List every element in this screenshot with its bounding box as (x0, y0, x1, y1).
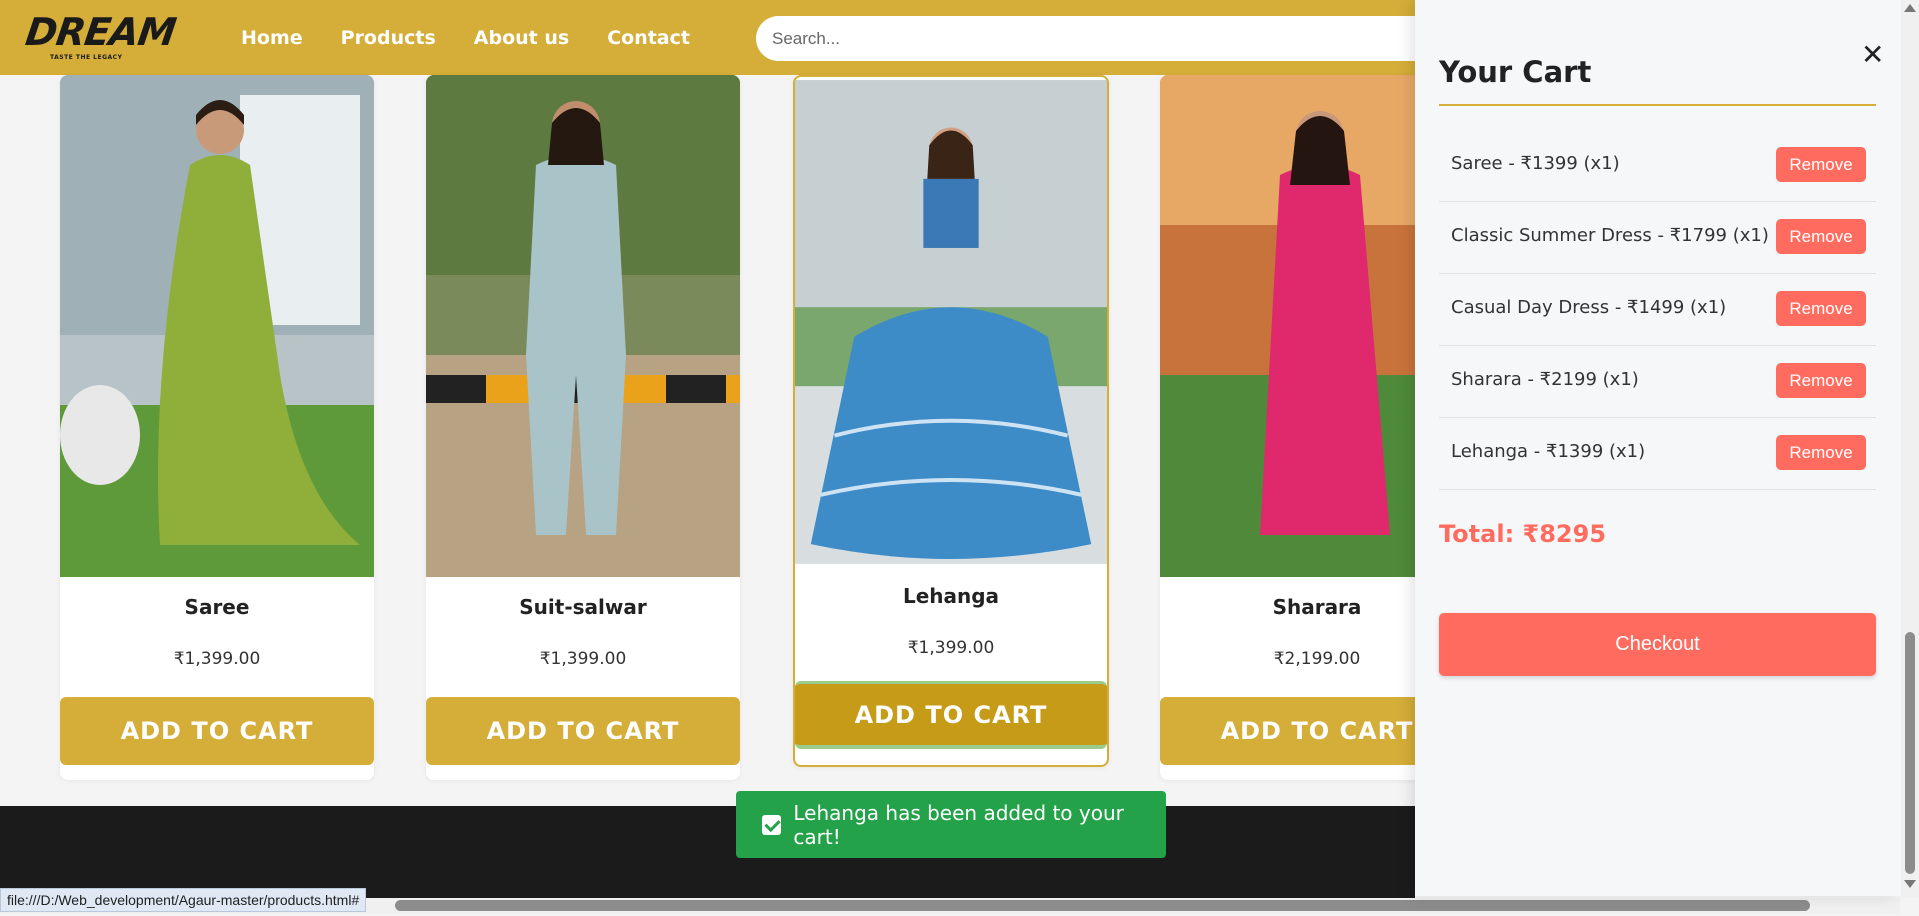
cart-item-label: Sharara - ₹2199 (x1) (1451, 369, 1639, 390)
product-price: ₹1,399.00 (907, 638, 995, 658)
add-to-cart-button[interactable]: ADD TO CART (426, 697, 740, 765)
remove-button[interactable]: Remove (1776, 435, 1866, 470)
vertical-scrollbar-thumb[interactable] (1905, 632, 1915, 874)
suit-salwar-photo (426, 75, 740, 577)
cart-total: Total: ₹8295 (1439, 520, 1607, 548)
browser-status-bar: file:///D:/Web_development/Agaur-master/… (0, 888, 367, 912)
nav-contact[interactable]: Contact (607, 27, 690, 49)
checkout-button[interactable]: Checkout (1439, 613, 1876, 676)
cart-item-label: Casual Day Dress - ₹1499 (x1) (1451, 297, 1727, 318)
cart-item-label: Lehanga - ₹1399 (x1) (1451, 441, 1646, 462)
product-title: Lehanga (902, 584, 1000, 608)
checkmark-icon (762, 814, 782, 835)
main-nav: Home Products About us Contact (241, 27, 728, 49)
toast-message: Lehanga has been added to your cart! (793, 800, 1124, 849)
remove-button[interactable]: Remove (1776, 219, 1866, 254)
add-to-cart-button[interactable]: ADD TO CART (795, 681, 1107, 749)
product-title: Suit-salwar (519, 595, 647, 619)
product-card-saree: Saree ₹1,399.00 ADD TO CART (60, 75, 374, 780)
cart-title-divider (1439, 104, 1876, 106)
add-to-cart-button[interactable]: ADD TO CART (60, 697, 374, 765)
nav-home[interactable]: Home (241, 27, 303, 49)
cart-item: Classic Summer Dress - ₹1799 (x1) Remove (1439, 202, 1876, 274)
nav-products[interactable]: Products (341, 27, 436, 49)
cart-title: Your Cart (1439, 55, 1592, 89)
saree-photo (60, 75, 374, 577)
logo-wordmark: DREAM (22, 10, 179, 54)
product-title: Saree (184, 595, 250, 619)
scroll-up-icon[interactable] (1904, 4, 1916, 12)
close-icon[interactable]: ✕ (1861, 38, 1884, 71)
added-to-cart-toast: Lehanga has been added to your cart! (736, 791, 1166, 858)
product-price: ₹1,399.00 (173, 649, 261, 669)
lehanga-photo (795, 80, 1107, 564)
scroll-down-icon[interactable] (1904, 880, 1916, 888)
cart-item: Lehanga - ₹1399 (x1) Remove (1439, 418, 1876, 490)
cart-item: Sharara - ₹2199 (x1) Remove (1439, 346, 1876, 418)
remove-button[interactable]: Remove (1776, 363, 1866, 398)
cart-item-label: Saree - ₹1399 (x1) (1451, 153, 1620, 174)
remove-button[interactable]: Remove (1776, 291, 1866, 326)
horizontal-scrollbar-thumb[interactable] (395, 900, 1810, 911)
brand-logo[interactable]: DREAM TASTE THE LEGACY (22, 10, 179, 62)
product-price: ₹1,399.00 (539, 649, 627, 669)
cart-item: Casual Day Dress - ₹1499 (x1) Remove (1439, 274, 1876, 346)
product-card-lehanga: Lehanga ₹1,399.00 ADD TO CART (793, 75, 1109, 767)
cart-drawer: ✕ Your Cart Saree - ₹1399 (x1) Remove Cl… (1415, 0, 1901, 896)
remove-button[interactable]: Remove (1776, 147, 1866, 182)
product-card-suit-salwar: Suit-salwar ₹1,399.00 ADD TO CART (426, 75, 740, 780)
nav-about-us[interactable]: About us (474, 27, 569, 49)
search-input[interactable] (756, 16, 1476, 61)
cart-item-label: Classic Summer Dress - ₹1799 (x1) (1451, 225, 1769, 246)
logo-tagline: TASTE THE LEGACY (50, 54, 123, 61)
cart-item: Saree - ₹1399 (x1) Remove (1439, 130, 1876, 202)
